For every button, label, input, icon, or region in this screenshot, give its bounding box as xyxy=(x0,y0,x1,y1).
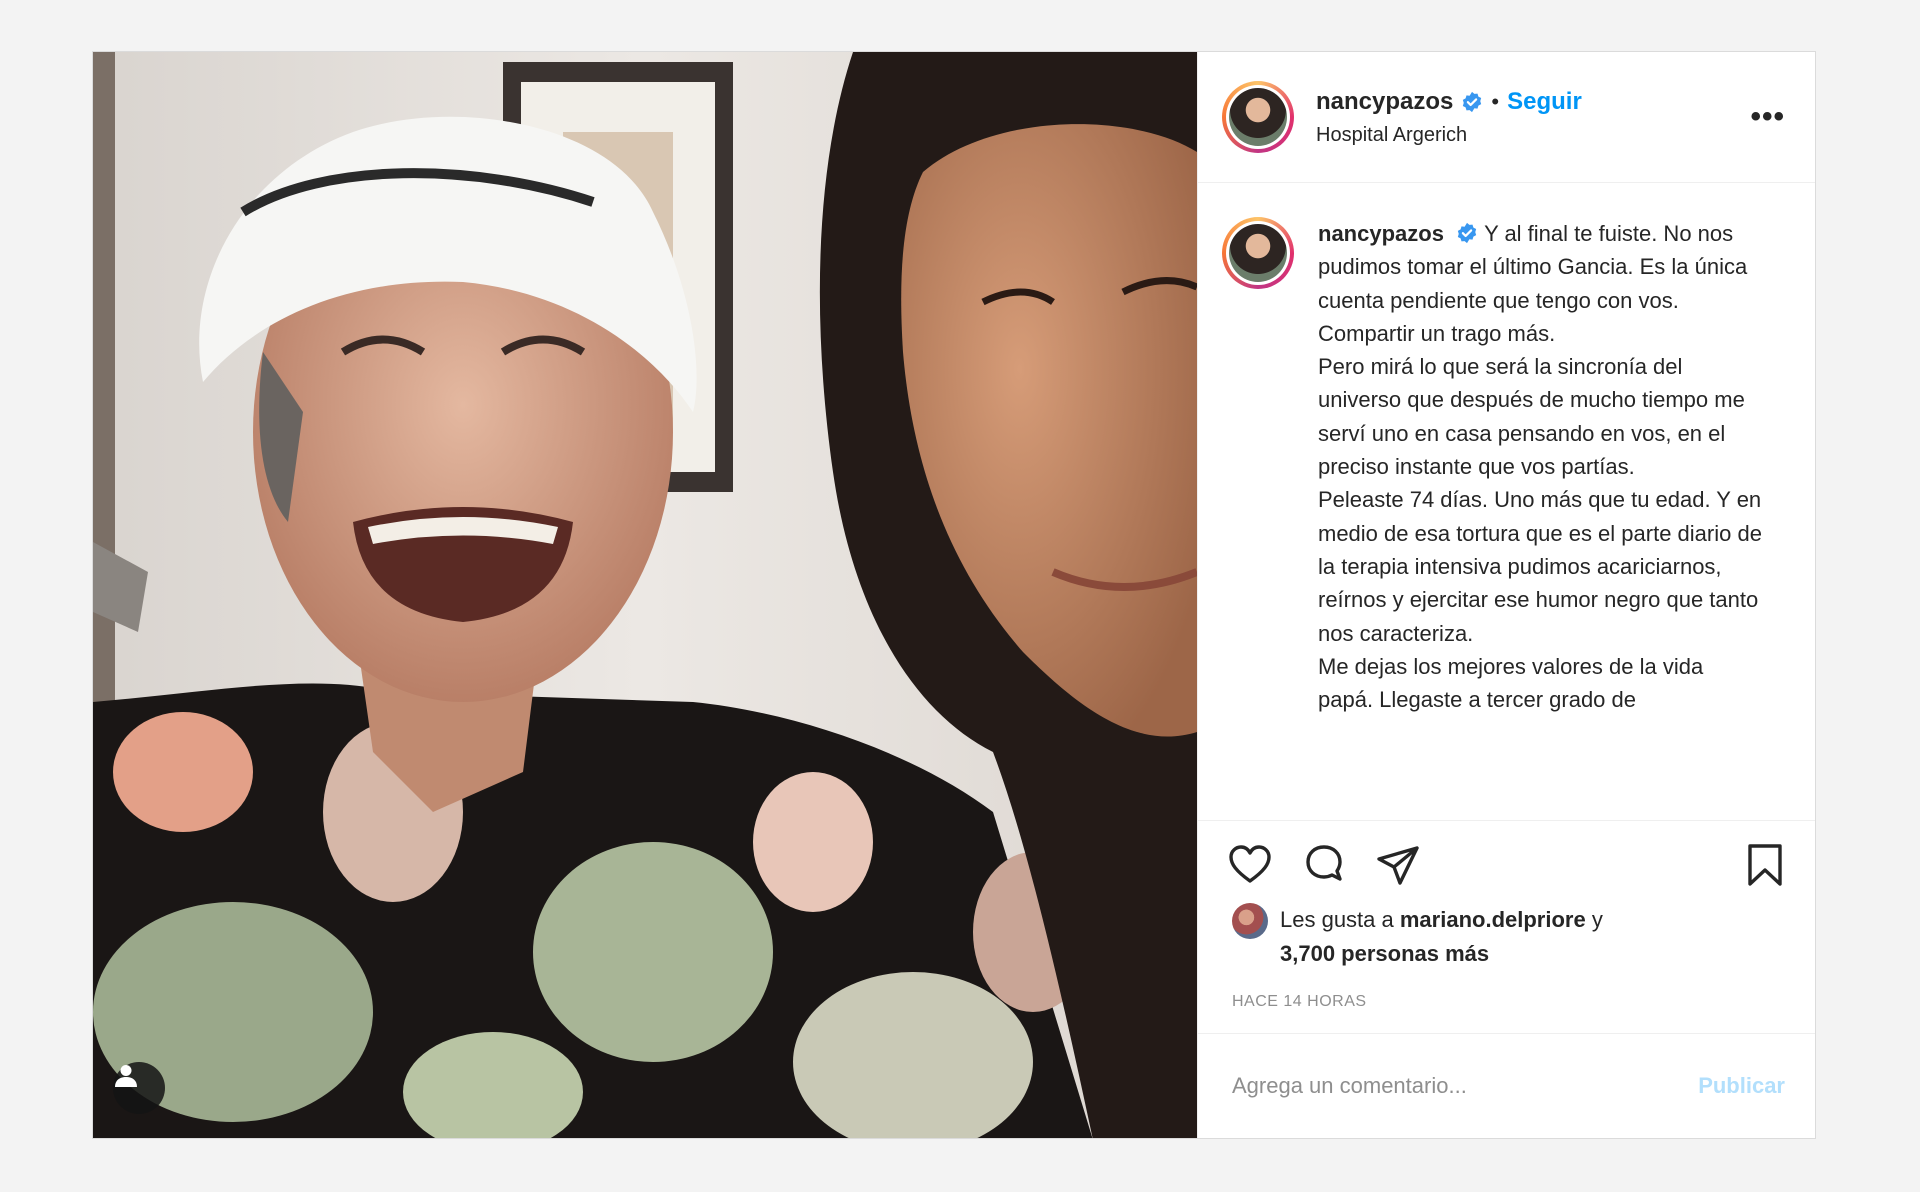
send-icon[interactable] xyxy=(1374,841,1422,889)
liker-username[interactable]: mariano.delpriore xyxy=(1400,907,1586,932)
post-header: nancypazos • Seguir Hospital Argerich ••… xyxy=(1198,52,1815,183)
author-avatar[interactable] xyxy=(1222,81,1294,153)
likes-summary: Les gusta a mariano.delpriore y 3,700 pe… xyxy=(1198,897,1815,971)
bookmark-icon[interactable] xyxy=(1741,841,1789,889)
comment-icon[interactable] xyxy=(1300,841,1348,889)
publish-button[interactable]: Publicar xyxy=(1698,1073,1785,1099)
heart-icon[interactable] xyxy=(1226,841,1274,889)
caption-paragraph: Me dejas los mejores valores de la vida … xyxy=(1318,653,1704,713)
verified-badge-icon xyxy=(1456,222,1478,244)
comment-input[interactable] xyxy=(1230,1072,1699,1100)
verified-badge-icon xyxy=(1461,91,1483,113)
more-options-icon[interactable]: ••• xyxy=(1744,102,1791,132)
caption-paragraph: Peleaste 74 días. Uno más que tu edad. Y… xyxy=(1318,487,1762,646)
user-tag-icon xyxy=(115,1065,137,1087)
caption-avatar-image xyxy=(1229,224,1287,282)
caption-text: nancypazos Y al final te fuiste. No nos … xyxy=(1318,217,1762,716)
author-avatar-image xyxy=(1229,88,1287,146)
author-username[interactable]: nancypazos xyxy=(1316,88,1453,116)
post-side-panel: nancypazos • Seguir Hospital Argerich ••… xyxy=(1197,52,1815,1138)
action-bar xyxy=(1198,821,1815,897)
post-photo[interactable] xyxy=(93,52,1197,1138)
post-timestamp[interactable]: HACE 14 HORAS xyxy=(1198,971,1815,1034)
likes-prefix: Les gusta a xyxy=(1280,907,1394,932)
liker-avatar[interactable] xyxy=(1232,903,1268,939)
caption-username[interactable]: nancypazos xyxy=(1318,221,1444,246)
likes-connector: y xyxy=(1591,907,1603,932)
caption-author-avatar[interactable] xyxy=(1222,217,1294,289)
caption-area: nancypazos Y al final te fuiste. No nos … xyxy=(1198,183,1815,821)
instagram-post: nancypazos • Seguir Hospital Argerich ••… xyxy=(92,51,1816,1139)
caption-paragraph: Pero mirá lo que será la sincronía del u… xyxy=(1318,354,1745,480)
comment-box: Publicar xyxy=(1198,1034,1815,1138)
post-location[interactable]: Hospital Argerich xyxy=(1316,124,1744,147)
user-tag-button[interactable] xyxy=(113,1062,165,1114)
separator-dot: • xyxy=(1491,88,1500,114)
follow-button[interactable]: Seguir xyxy=(1507,88,1582,116)
likes-count-link[interactable]: 3,700 personas más xyxy=(1280,941,1489,966)
photo-illustration xyxy=(93,52,1197,1138)
